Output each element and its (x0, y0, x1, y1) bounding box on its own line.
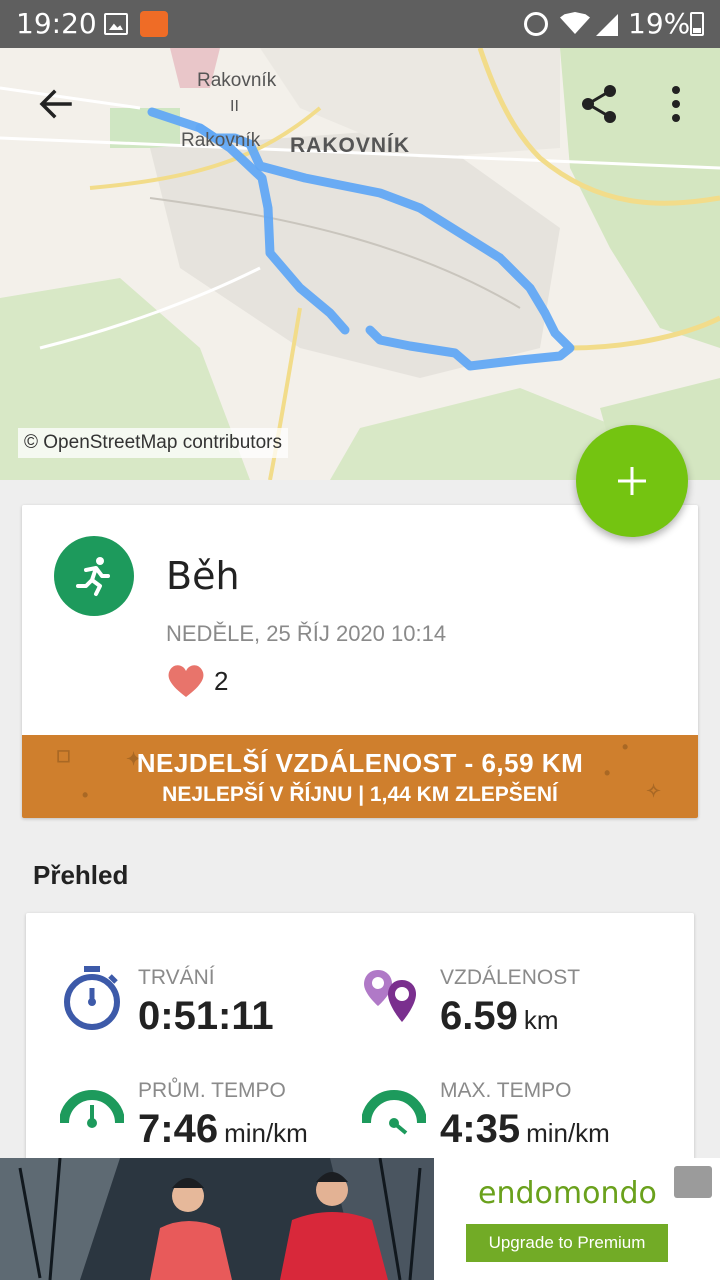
map-label-town-2: Rakovník (181, 130, 261, 151)
add-button[interactable] (576, 425, 688, 537)
location-pins-icon (364, 970, 416, 1022)
stat-label: VZDÁLENOST (440, 966, 581, 989)
activity-card: Běh NEDĚLE, 25 ŘÍJ 2020 10:14 2 ◻ ✦ • • … (22, 505, 698, 818)
map-label-road: II (230, 98, 239, 115)
stat-value: 7:46 min/km (138, 1107, 308, 1152)
upgrade-button[interactable]: Upgrade to Premium (466, 1224, 668, 1262)
sport-badge (54, 536, 134, 616)
stat-label: TRVÁNÍ (138, 966, 215, 989)
stat-number: 6.59 (440, 994, 518, 1038)
map-label-city: RAKOVNÍK (290, 134, 411, 157)
likes-count: 2 (214, 665, 229, 696)
arrow-left-icon (39, 89, 72, 119)
heart-icon (168, 665, 204, 697)
speedometer-max-icon (362, 1090, 426, 1135)
status-bar: 19:20 19% (0, 0, 720, 48)
app-notification-icon (140, 11, 168, 37)
stopwatch-icon (64, 966, 120, 1030)
stat-unit: min/km (224, 1118, 308, 1148)
plus-icon (618, 467, 646, 495)
stat-avg-pace: PRŮM. TEMPO 7:46 min/km (60, 1079, 360, 1169)
likes[interactable]: 2 (166, 663, 228, 699)
running-person-icon (76, 557, 110, 596)
stat-max-pace: MAX. TEMPO 4:35 min/km (362, 1079, 662, 1169)
share-button[interactable] (576, 80, 624, 128)
stat-value: 4:35 min/km (440, 1107, 610, 1152)
banner-line-2: NEJLEPŠÍ V ŘÍJNU | 1,44 KM ZLEPŠENÍ (162, 783, 558, 806)
stat-distance: VZDÁLENOST 6.59 km (362, 966, 662, 1056)
status-time: 19:20 (16, 7, 97, 40)
stat-label: MAX. TEMPO (440, 1079, 572, 1102)
signal-icon (596, 14, 618, 36)
stat-value: 0:51:11 (138, 994, 274, 1039)
map-attribution[interactable]: © OpenStreetMap contributors (18, 428, 288, 458)
banner-line-1: NEJDELŠÍ VZDÁLENOST - 6,59 KM (136, 748, 584, 778)
map-label-town: Rakovník (197, 70, 277, 91)
stat-duration: TRVÁNÍ 0:51:11 (60, 966, 360, 1056)
battery-icon (690, 12, 704, 36)
alarm-icon (524, 12, 548, 36)
back-button[interactable] (32, 80, 80, 128)
stat-number: 7:46 (138, 1107, 219, 1151)
share-icon (582, 85, 616, 123)
more-vert-icon (672, 86, 680, 122)
battery-percent: 19% (628, 7, 691, 40)
stat-number: 4:35 (440, 1107, 521, 1151)
achievement-banner[interactable]: ◻ ✦ • • • ✧ NEJDELŠÍ VZDÁLENOST - 6,59 K… (22, 735, 698, 818)
overview-title: Přehled (33, 860, 129, 890)
ad-banner[interactable]: endomondo Upgrade to Premium (0, 1158, 720, 1280)
more-options-button[interactable] (652, 80, 700, 128)
stat-unit: min/km (526, 1118, 610, 1148)
route-map[interactable]: Rakovník II Rakovník RAKOVNÍK © OpenStre… (0, 48, 720, 480)
wifi-icon (560, 12, 590, 34)
ad-brand: endomondo (478, 1176, 657, 1211)
speedometer-icon (60, 1090, 124, 1128)
activity-date: NEDĚLE, 25 ŘÍJ 2020 10:14 (166, 621, 447, 646)
overview-card: TRVÁNÍ 0:51:11 VZDÁLENOST 6.59 km PRŮM. T… (26, 913, 694, 1173)
ad-info-icon[interactable] (674, 1166, 712, 1198)
stat-value: 6.59 km (440, 994, 559, 1039)
ad-photo (0, 1158, 434, 1280)
sport-name: Běh (166, 554, 240, 598)
stat-number: 0:51:11 (138, 994, 274, 1038)
image-icon (104, 13, 128, 35)
stat-label: PRŮM. TEMPO (138, 1079, 286, 1102)
stat-unit: km (523, 1005, 559, 1035)
